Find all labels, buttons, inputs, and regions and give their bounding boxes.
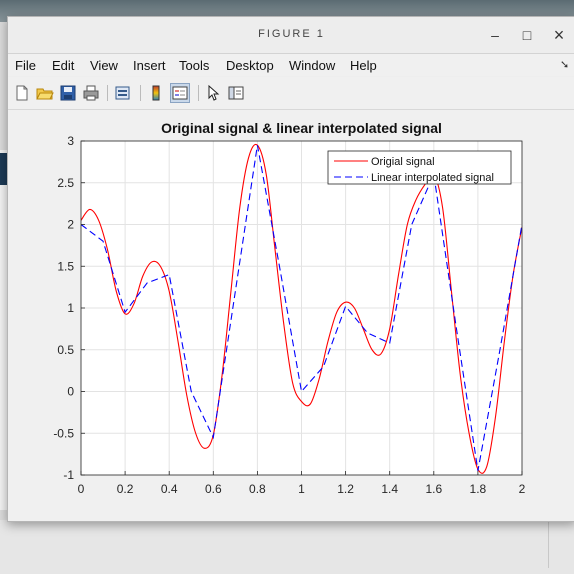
x-tick-label: 1.4: [381, 482, 398, 496]
menu-bar: File Edit View Insert Tools Desktop Wind…: [8, 54, 574, 76]
y-tick-label: 3: [67, 134, 74, 148]
legend-icon[interactable]: [170, 83, 190, 103]
legend-label-1: Origial signal: [371, 156, 435, 168]
menu-tools[interactable]: Tools: [179, 58, 209, 73]
plot-area: 0 0.2 0.4 0.6 0.8 1 1.2 1.4 1.6 1.8 2 3 2.5 2 1.5 1 0.5 0…: [8, 110, 574, 521]
y-tick-label: 0.5: [57, 343, 74, 357]
legend[interactable]: Origial signal Linear interpolated signal: [327, 150, 512, 185]
toolbar-separator: [198, 85, 199, 101]
maximize-button[interactable]: □: [517, 25, 537, 45]
y-tick-label: 2: [67, 218, 74, 232]
x-tick-label: 1.6: [425, 482, 442, 496]
x-tick-label: 0.2: [117, 482, 134, 496]
print-preview-icon[interactable]: [114, 84, 132, 102]
y-tick-label: 2.5: [57, 176, 74, 190]
y-tick-label: 1: [67, 301, 74, 315]
menu-overflow-arrow-icon[interactable]: ➘: [560, 58, 569, 71]
x-tick-label: 0.4: [161, 482, 178, 496]
toolbar-separator: [107, 85, 108, 101]
y-tick-label: 0: [67, 385, 74, 399]
y-tick-label: 1.5: [57, 259, 74, 273]
x-tick-label: 1: [298, 482, 305, 496]
toolbar: [8, 77, 574, 110]
x-tick-label: 1.2: [337, 482, 354, 496]
chart: 0 0.2 0.4 0.6 0.8 1 1.2 1.4 1.6 1.8 2 3 2.5 2 1.5 1 0.5 0…: [53, 120, 526, 496]
toolbar-separator: [140, 85, 141, 101]
property-editor-icon[interactable]: [227, 84, 245, 102]
menu-edit[interactable]: Edit: [52, 58, 74, 73]
figure-window: FIGURE 1 – □ × File Edit View Insert Too…: [7, 16, 574, 522]
menu-window[interactable]: Window: [289, 58, 335, 73]
menu-help[interactable]: Help: [350, 58, 377, 73]
new-figure-icon[interactable]: [13, 84, 31, 102]
x-tick-label: 0.8: [249, 482, 266, 496]
save-icon[interactable]: [59, 84, 77, 102]
title-bar[interactable]: FIGURE 1 – □ ×: [8, 17, 574, 54]
menu-view[interactable]: View: [90, 58, 118, 73]
close-button[interactable]: ×: [549, 25, 569, 45]
x-tick-label: 0: [78, 482, 85, 496]
x-tick-label: 1.8: [470, 482, 487, 496]
y-tick-label: -1: [63, 468, 74, 482]
print-icon[interactable]: [82, 84, 100, 102]
x-tick-label: 0.6: [205, 482, 222, 496]
minimize-button[interactable]: –: [485, 25, 505, 45]
desktop-background-bottom: [0, 520, 574, 574]
chart-title: Original signal & linear interpolated si…: [161, 120, 442, 136]
menu-insert[interactable]: Insert: [133, 58, 166, 73]
legend-label-2: Linear interpolated signal: [371, 172, 494, 184]
menu-desktop[interactable]: Desktop: [226, 58, 274, 73]
menu-file[interactable]: File: [15, 58, 36, 73]
background-divider: [548, 520, 549, 568]
open-file-icon[interactable]: [36, 84, 54, 102]
colorbar-icon[interactable]: [147, 84, 165, 102]
y-tick-label: -0.5: [53, 426, 74, 440]
x-tick-label: 2: [519, 482, 526, 496]
pointer-icon[interactable]: [204, 84, 222, 102]
